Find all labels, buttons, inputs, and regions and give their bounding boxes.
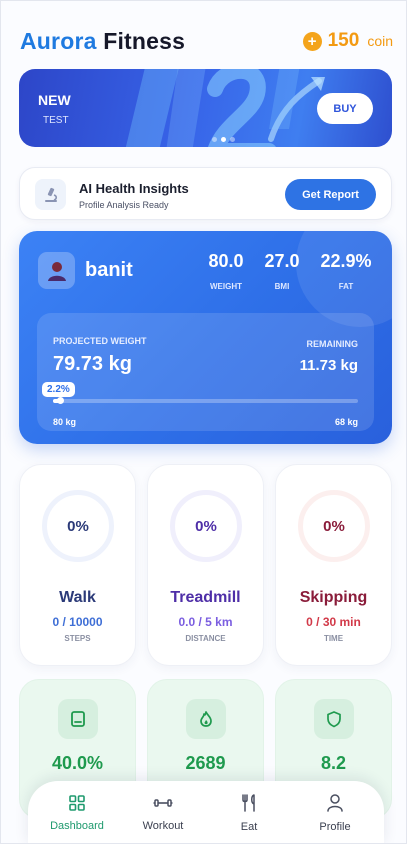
buy-button[interactable]: BUY xyxy=(317,93,373,124)
dumbbell-icon xyxy=(153,798,173,807)
stat-weight-value: 80.0 xyxy=(208,251,244,271)
banner-subtitle: TEST xyxy=(43,115,69,126)
insights-subtitle: Profile Analysis Ready xyxy=(79,200,169,210)
banner-badge: NEW xyxy=(38,92,71,108)
nav-eat[interactable]: Eat xyxy=(209,785,289,841)
avatar[interactable] xyxy=(38,252,75,289)
shield-icon xyxy=(314,699,354,739)
skipping-unit: TIME xyxy=(323,634,344,643)
treadmill-title: Treadmill xyxy=(170,589,241,606)
stat-fat: 22.9% FAT xyxy=(315,251,377,291)
treadmill-progress-ring: 0% xyxy=(170,490,242,562)
nav-profile[interactable]: Profile xyxy=(295,785,375,841)
treadmill-unit: DISTANCE xyxy=(185,634,226,643)
profile-summary-card: banit 80.0 WEIGHT 27.0 BMI 22.9% FAT PRO… xyxy=(19,231,392,444)
weight-progress-track xyxy=(53,397,358,404)
nav-dashboard-label: Dashboard xyxy=(50,819,104,832)
progress-badge: 2.2% xyxy=(42,382,75,397)
person-icon xyxy=(47,261,66,281)
app-title-rest: Fitness xyxy=(103,27,186,54)
projected-weight-value: 79.73 kg xyxy=(53,353,132,375)
treadmill-card[interactable]: 0% Treadmill 0.0 / 5 km DISTANCE xyxy=(147,464,264,666)
ai-insights-card: AI Health Insights Profile Analysis Read… xyxy=(19,167,392,220)
insights-title: AI Health Insights xyxy=(79,181,189,196)
projected-weight-label: PROJECTED WEIGHT xyxy=(53,336,147,346)
skipping-progress-ring: 0% xyxy=(298,490,370,562)
nav-profile-label: Profile xyxy=(319,820,351,833)
nav-dashboard[interactable]: Dashboard xyxy=(37,785,117,841)
range-start: 80 kg xyxy=(53,417,77,427)
nav-workout-label: Workout xyxy=(142,819,184,832)
metric-value: 2689 xyxy=(185,753,226,773)
skipping-title: Skipping xyxy=(299,589,368,606)
person-icon xyxy=(327,793,343,812)
stat-fat-label: FAT xyxy=(338,282,354,291)
skipping-progress: 0 / 30 min xyxy=(306,615,361,629)
app-title-brand: Aurora xyxy=(20,27,97,54)
nav-eat-label: Eat xyxy=(240,820,258,833)
carousel-dots xyxy=(212,137,235,142)
treadmill-progress: 0.0 / 5 km xyxy=(178,615,233,629)
get-report-button[interactable]: Get Report xyxy=(285,179,376,210)
app-title: Aurora Fitness xyxy=(20,28,185,55)
stat-bmi-value: 27.0 xyxy=(264,251,300,271)
stat-weight-label: WEIGHT xyxy=(210,282,242,291)
coin-icon: + xyxy=(302,31,322,51)
username: banit xyxy=(85,259,133,281)
stat-weight: 80.0 WEIGHT xyxy=(202,251,250,291)
metric-value: 8.2 xyxy=(320,753,347,773)
stat-bmi: 27.0 BMI xyxy=(260,251,304,291)
walk-progress-ring: 0% xyxy=(42,490,114,562)
remaining-label: REMAINING xyxy=(306,339,359,349)
coin-unit: coin xyxy=(367,33,393,49)
metric-value: 40.0% xyxy=(51,753,104,773)
stat-bmi-label: BMI xyxy=(274,282,290,291)
remaining-value: 11.73 kg xyxy=(299,357,358,374)
weight-progress-marker xyxy=(56,397,64,404)
walk-title: Walk xyxy=(59,589,96,606)
projection-panel: PROJECTED WEIGHT 79.73 kg REMAINING 11.7… xyxy=(37,313,374,431)
flame-icon xyxy=(186,699,226,739)
fork-knife-icon xyxy=(242,793,255,812)
stat-fat-value: 22.9% xyxy=(320,251,372,271)
scale-icon xyxy=(58,699,98,739)
carousel-dot[interactable] xyxy=(230,137,235,142)
walk-card[interactable]: 0% Walk 0 / 10000 STEPS xyxy=(19,464,136,666)
walk-unit: STEPS xyxy=(64,634,91,643)
bottom-navigation: Dashboard Workout Eat Profile xyxy=(28,781,384,844)
range-end: 68 kg xyxy=(334,417,358,427)
carousel-dot-active[interactable] xyxy=(221,137,226,142)
microscope-icon xyxy=(35,179,66,210)
grid-icon xyxy=(69,794,85,811)
walk-progress: 0 / 10000 xyxy=(52,615,103,629)
carousel-dot[interactable] xyxy=(212,137,217,142)
app-header: Aurora Fitness + 150 coin xyxy=(20,26,393,56)
promo-banner[interactable]: NEW TEST BUY xyxy=(19,69,392,147)
nav-workout[interactable]: Workout xyxy=(123,785,203,841)
coin-balance[interactable]: + 150 coin xyxy=(302,30,393,52)
coin-amount: 150 xyxy=(327,30,360,51)
skipping-card[interactable]: 0% Skipping 0 / 30 min TIME xyxy=(275,464,392,666)
